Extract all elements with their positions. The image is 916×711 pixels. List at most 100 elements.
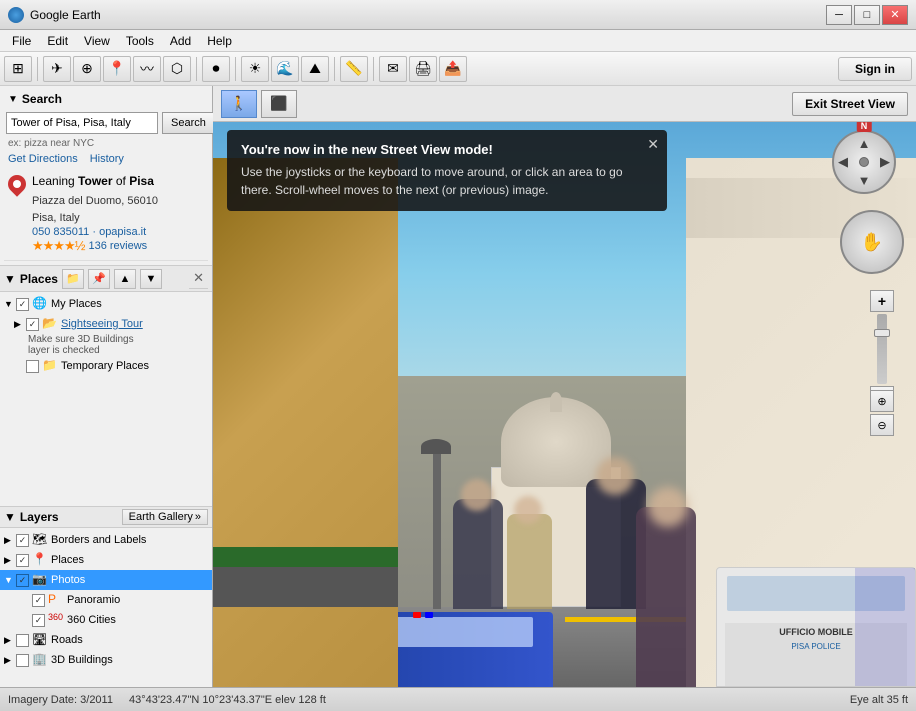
layer-360cities[interactable]: 360 360 Cities (0, 610, 212, 630)
record-tour-button[interactable]: ⏺ (202, 56, 230, 82)
grid-view-button[interactable]: ⊞ (4, 56, 32, 82)
result-title-row: Leaning Tower of Pisa (8, 173, 204, 193)
history-link[interactable]: History (90, 153, 124, 165)
3dbuildings-checkbox[interactable] (16, 654, 29, 667)
panoramio-checkbox[interactable] (32, 594, 45, 607)
roads-checkbox[interactable] (16, 634, 29, 647)
zoom-in-button[interactable]: + (870, 290, 894, 312)
popup-title: You're now in the new Street View mode! (241, 142, 653, 157)
menu-add[interactable]: Add (162, 32, 199, 50)
photos-checkbox[interactable] (16, 574, 29, 587)
new-placemark-button[interactable]: 📌 (88, 269, 110, 289)
places-up-button[interactable]: ▲ (114, 269, 136, 289)
menu-file[interactable]: File (4, 32, 39, 50)
menu-view[interactable]: View (76, 32, 118, 50)
borders-checkbox[interactable] (16, 534, 29, 547)
terrain-button[interactable]: ⛰ (301, 56, 329, 82)
nav-right-button[interactable]: ▶ (880, 154, 890, 170)
cube-mode-button[interactable]: ⬛ (261, 90, 297, 118)
map-area[interactable]: 🚶 ⬛ Exit Street View (213, 86, 916, 687)
export-button[interactable]: 📤 (439, 56, 467, 82)
menu-help[interactable]: Help (199, 32, 240, 50)
tilt-down-button[interactable]: ⊖ (870, 414, 894, 436)
result-name[interactable]: Leaning Tower of Pisa (32, 173, 154, 190)
minimize-button[interactable]: ─ (826, 5, 852, 25)
ruler-button[interactable]: 📏 (340, 56, 368, 82)
person-1 (453, 499, 503, 609)
layers-title: Layers (20, 510, 59, 524)
zoom-in-toolbar-button[interactable]: ⊕ (73, 56, 101, 82)
expand-places-icon: ▶ (4, 555, 16, 566)
tree-item-my-places[interactable]: ▼ 🌐 My Places (0, 294, 212, 314)
expand-photos-icon: ▼ (4, 575, 16, 585)
toolbar-sep-1 (37, 57, 38, 81)
menu-edit[interactable]: Edit (39, 32, 76, 50)
earth-gallery-arrow-icon: » (195, 511, 201, 523)
info-popup: ✕ You're now in the new Street View mode… (227, 130, 667, 211)
navigation-rose[interactable]: N ▲ ▼ ◀ ▶ (832, 130, 896, 194)
sightseeing-checkbox[interactable] (26, 318, 39, 331)
places-layer-icon: 📍 (32, 552, 48, 568)
person-mode-button[interactable]: 🚶 (221, 90, 257, 118)
popup-close-icon[interactable]: ✕ (647, 136, 659, 153)
draw-placemark-button[interactable]: 📍 (103, 56, 131, 82)
layer-places[interactable]: ▶ 📍 Places (0, 550, 212, 570)
places-arrow-icon: ▼ (4, 272, 16, 286)
search-header[interactable]: ▼ Search (4, 90, 208, 108)
search-button[interactable]: Search (162, 112, 215, 134)
person-foreground-right (636, 507, 716, 687)
photos-label: Photos (51, 574, 85, 586)
nav-left-button[interactable]: ◀ (838, 154, 848, 170)
exit-street-view-button[interactable]: Exit Street View (792, 92, 908, 116)
pan-control-container: ✋ (840, 210, 904, 274)
earth-gallery-button[interactable]: Earth Gallery » (122, 509, 208, 525)
toolbar-sep-4 (334, 57, 335, 81)
water-button[interactable]: 🌊 (271, 56, 299, 82)
places-layer-checkbox[interactable] (16, 554, 29, 567)
nav-center[interactable] (859, 157, 869, 167)
fly-to-button[interactable]: ✈ (43, 56, 71, 82)
nav-up-button[interactable]: ▲ (858, 136, 871, 151)
main-layout: ▼ Search Search ex: pizza near NYC Get D… (0, 86, 916, 687)
layer-panoramio[interactable]: P Panoramio (0, 590, 212, 610)
menu-tools[interactable]: Tools (118, 32, 162, 50)
review-link[interactable]: 136 reviews (88, 240, 147, 252)
globe-icon: 🌐 (32, 296, 48, 312)
sightseeing-label[interactable]: Sightseeing Tour (61, 318, 143, 330)
draw-path-button[interactable]: 〰 (133, 56, 161, 82)
places-layer-label: Places (51, 554, 84, 566)
draw-polygon-button[interactable]: ⬡ (163, 56, 191, 82)
result-stars: ★★★★½ 136 reviews (8, 238, 204, 254)
result-phone[interactable]: 050 835011 · opapisa.it (8, 226, 204, 238)
pan-control[interactable]: ✋ (840, 210, 904, 274)
close-button[interactable]: ✕ (882, 5, 908, 25)
places-close-icon[interactable]: ✕ (189, 268, 208, 289)
maximize-button[interactable]: □ (854, 5, 880, 25)
tilt-up-button[interactable]: ⊕ (870, 390, 894, 412)
layer-roads[interactable]: ▶ 🛣 Roads (0, 630, 212, 650)
temporary-checkbox[interactable] (26, 360, 39, 373)
360cities-checkbox[interactable] (32, 614, 45, 627)
sun-button[interactable]: ☀ (241, 56, 269, 82)
pan-hand-icon[interactable]: ✋ (861, 232, 883, 253)
email-button[interactable]: ✉ (379, 56, 407, 82)
layer-photos[interactable]: ▼ 📷 Photos (0, 570, 212, 590)
left-panel: ▼ Search Search ex: pizza near NYC Get D… (0, 86, 213, 687)
van: UFFICIO MOBILE PISA POLICE (716, 567, 916, 687)
zoom-slider-thumb[interactable] (874, 329, 890, 337)
layer-3dbuildings[interactable]: ▶ 🏢 3D Buildings (0, 650, 212, 670)
sign-in-button[interactable]: Sign in (838, 57, 912, 81)
search-input[interactable] (6, 112, 158, 134)
get-directions-link[interactable]: Get Directions (8, 153, 78, 165)
places-down-button[interactable]: ▼ (140, 269, 162, 289)
search-input-row: Search (6, 112, 206, 134)
layer-borders[interactable]: ▶ 🗺 Borders and Labels (0, 530, 212, 550)
navigation-rose-container: N ▲ ▼ ◀ ▶ (832, 130, 904, 202)
tree-item-sightseeing[interactable]: ▶ 📂 Sightseeing Tour (0, 314, 212, 334)
print-button[interactable]: 🖨 (409, 56, 437, 82)
nav-down-button[interactable]: ▼ (858, 173, 871, 188)
3dbuildings-label: 3D Buildings (51, 654, 113, 666)
my-places-checkbox[interactable] (16, 298, 29, 311)
new-folder-button[interactable]: 📁 (62, 269, 84, 289)
tree-item-temporary[interactable]: 📁 Temporary Places (0, 356, 212, 376)
